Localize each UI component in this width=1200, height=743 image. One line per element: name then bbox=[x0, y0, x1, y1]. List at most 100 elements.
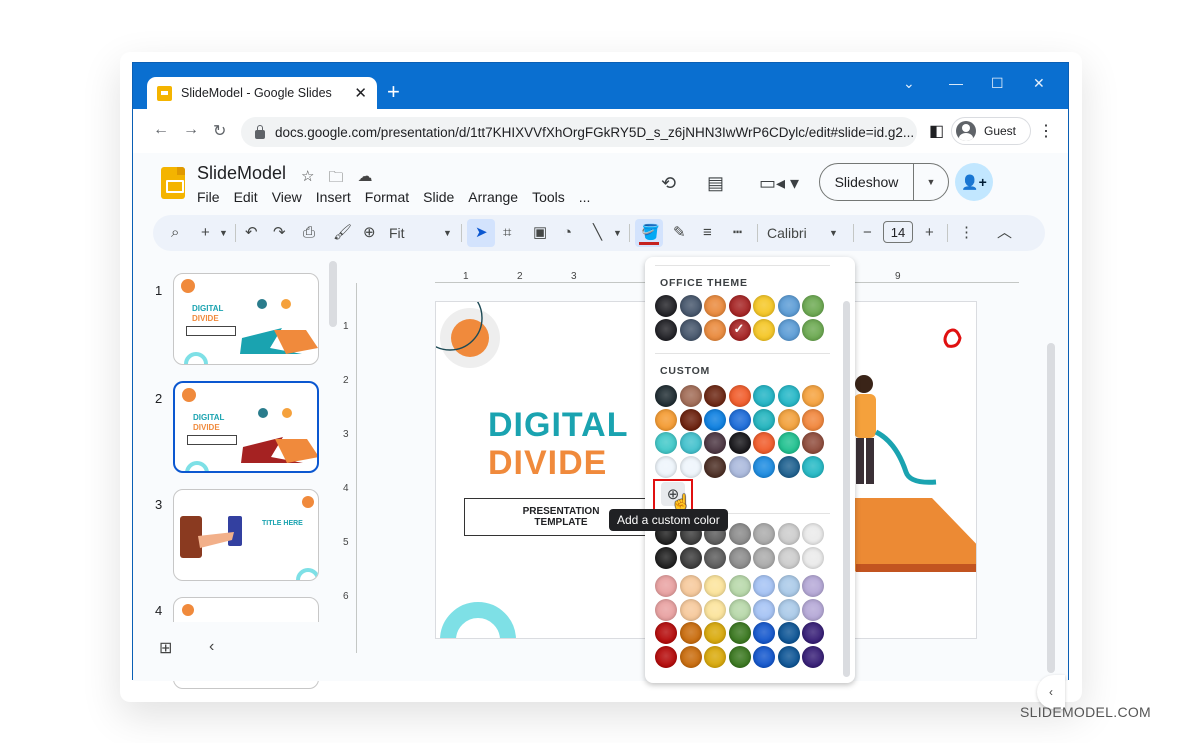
custom-color-swatch[interactable] bbox=[704, 455, 726, 478]
menu-format[interactable]: Format bbox=[365, 189, 409, 205]
print-icon[interactable]: ⎙ bbox=[303, 223, 315, 243]
custom-color-swatch[interactable] bbox=[728, 408, 751, 431]
profile-button[interactable]: Guest bbox=[951, 117, 1031, 145]
custom-color-swatch[interactable] bbox=[777, 385, 800, 407]
gray-color-swatch[interactable] bbox=[728, 523, 751, 545]
standard-color-swatch[interactable] bbox=[728, 622, 751, 644]
slide-thumbnail-3[interactable]: TITLE HERE bbox=[173, 489, 319, 581]
standard-color-swatch[interactable] bbox=[728, 598, 751, 621]
maximize-button[interactable]: ☐ bbox=[991, 75, 1004, 92]
slide-thumbnail-2[interactable]: DIGITAL DIVIDE bbox=[173, 381, 319, 473]
standard-color-swatch[interactable] bbox=[704, 598, 726, 621]
paint-format-icon[interactable]: 🖌 bbox=[333, 223, 352, 243]
custom-color-swatch[interactable] bbox=[704, 432, 726, 454]
custom-color-swatch[interactable] bbox=[655, 455, 677, 478]
standard-color-swatch[interactable] bbox=[777, 575, 800, 597]
shape-icon[interactable]: ◔ bbox=[563, 223, 572, 243]
redo-icon[interactable]: ↷ bbox=[273, 223, 286, 243]
slideshow-dropdown-icon[interactable]: ▼ bbox=[914, 164, 948, 200]
custom-color-swatch[interactable] bbox=[679, 455, 702, 478]
new-tab-button[interactable]: + bbox=[387, 81, 400, 103]
slide-thumbnail-1[interactable]: DIGITAL DIVIDE bbox=[173, 273, 319, 365]
new-slide-icon[interactable]: + bbox=[201, 223, 210, 243]
menu-file[interactable]: File bbox=[197, 189, 220, 205]
search-menus-icon[interactable]: ⌕ bbox=[171, 223, 179, 243]
standard-color-swatch[interactable] bbox=[802, 598, 824, 621]
vertical-ruler[interactable]: 1 2 3 4 5 6 bbox=[343, 283, 357, 653]
custom-color-swatch[interactable] bbox=[753, 408, 775, 431]
text-box-icon[interactable]: ⌗ bbox=[503, 223, 511, 243]
custom-color-swatch[interactable] bbox=[777, 432, 800, 454]
slides-logo-icon[interactable] bbox=[161, 167, 185, 199]
gray-color-swatch[interactable] bbox=[753, 546, 775, 569]
border-color-icon[interactable]: ✎ bbox=[673, 223, 686, 243]
gray-color-swatch[interactable] bbox=[728, 546, 751, 569]
menu-tools[interactable]: Tools bbox=[532, 189, 565, 205]
standard-color-swatch[interactable] bbox=[728, 645, 751, 668]
standard-color-swatch[interactable] bbox=[655, 645, 677, 668]
side-panel-icon[interactable]: ◧ bbox=[929, 121, 944, 141]
decrease-font-size-button[interactable]: − bbox=[863, 223, 872, 243]
close-window-button[interactable]: ✕ bbox=[1033, 75, 1045, 92]
color-swatch[interactable] bbox=[753, 318, 775, 341]
fill-color-icon[interactable]: 🪣 bbox=[641, 223, 660, 243]
zoom-dropdown-icon[interactable]: ▼ bbox=[443, 223, 452, 243]
gray-color-swatch[interactable] bbox=[802, 546, 824, 569]
standard-color-swatch[interactable] bbox=[679, 645, 702, 668]
color-swatch[interactable] bbox=[728, 318, 751, 341]
slide-title[interactable]: DIGITAL bbox=[488, 406, 628, 445]
custom-color-swatch[interactable] bbox=[728, 455, 751, 478]
custom-color-swatch[interactable] bbox=[802, 408, 824, 431]
insert-image-icon[interactable]: ▣ bbox=[533, 223, 547, 243]
color-swatch[interactable] bbox=[704, 318, 726, 341]
custom-color-swatch[interactable] bbox=[802, 385, 824, 407]
standard-color-swatch[interactable] bbox=[679, 622, 702, 644]
minimize-button[interactable]: — bbox=[949, 75, 963, 91]
standard-color-swatch[interactable] bbox=[777, 598, 800, 621]
color-swatch[interactable] bbox=[753, 295, 775, 317]
menu-slide[interactable]: Slide bbox=[423, 189, 454, 205]
standard-color-swatch[interactable] bbox=[704, 622, 726, 644]
gray-color-swatch[interactable] bbox=[802, 523, 824, 545]
color-swatch[interactable] bbox=[679, 295, 702, 317]
tab-close-icon[interactable]: ✕ bbox=[354, 84, 367, 102]
color-swatch[interactable] bbox=[679, 318, 702, 341]
custom-color-swatch[interactable] bbox=[753, 432, 775, 454]
color-swatch[interactable] bbox=[704, 295, 726, 317]
custom-color-swatch[interactable] bbox=[655, 385, 677, 407]
gray-color-swatch[interactable] bbox=[704, 546, 726, 569]
custom-color-swatch[interactable] bbox=[777, 408, 800, 431]
filmstrip-scrollbar[interactable] bbox=[329, 261, 337, 327]
new-slide-dropdown-icon[interactable]: ▼ bbox=[219, 223, 228, 243]
collapse-filmstrip-icon[interactable]: ‹ bbox=[209, 638, 214, 656]
share-button[interactable]: 👤+ bbox=[955, 163, 993, 201]
gray-color-swatch[interactable] bbox=[777, 546, 800, 569]
slideshow-label[interactable]: Slideshow bbox=[820, 164, 914, 200]
undo-icon[interactable]: ↶ bbox=[245, 223, 258, 243]
back-button[interactable]: ← bbox=[153, 121, 169, 139]
tab-search-icon[interactable]: ⌄ bbox=[903, 75, 915, 92]
grid-view-icon[interactable]: ⊞ bbox=[159, 638, 172, 658]
standard-color-swatch[interactable] bbox=[777, 645, 800, 668]
standard-color-swatch[interactable] bbox=[679, 598, 702, 621]
url-input[interactable]: docs.google.com/presentation/d/1tt7KHIXV… bbox=[241, 117, 917, 147]
browser-menu-icon[interactable]: ⋮ bbox=[1038, 121, 1054, 141]
canvas-scrollbar[interactable] bbox=[1047, 343, 1055, 673]
color-swatch[interactable] bbox=[802, 318, 824, 341]
standard-color-swatch[interactable] bbox=[753, 598, 775, 621]
custom-color-swatch[interactable] bbox=[802, 432, 824, 454]
font-select[interactable]: Calibri bbox=[767, 223, 807, 243]
custom-color-swatch[interactable] bbox=[679, 408, 702, 431]
custom-color-swatch[interactable] bbox=[728, 432, 751, 454]
line-icon[interactable]: ╲ bbox=[593, 223, 602, 243]
zoom-icon[interactable]: ⊕ bbox=[363, 223, 376, 243]
slideshow-button[interactable]: Slideshow ▼ bbox=[819, 163, 949, 201]
custom-color-swatch[interactable] bbox=[655, 432, 677, 454]
menu-edit[interactable]: Edit bbox=[234, 189, 258, 205]
border-weight-icon[interactable]: ≡ bbox=[703, 223, 712, 243]
increase-font-size-button[interactable]: + bbox=[925, 223, 934, 243]
more-options-icon[interactable]: ⋮ bbox=[959, 223, 974, 243]
comments-icon[interactable]: ▤ bbox=[707, 173, 724, 194]
standard-color-swatch[interactable] bbox=[802, 645, 824, 668]
reload-button[interactable]: ↻ bbox=[213, 121, 226, 141]
